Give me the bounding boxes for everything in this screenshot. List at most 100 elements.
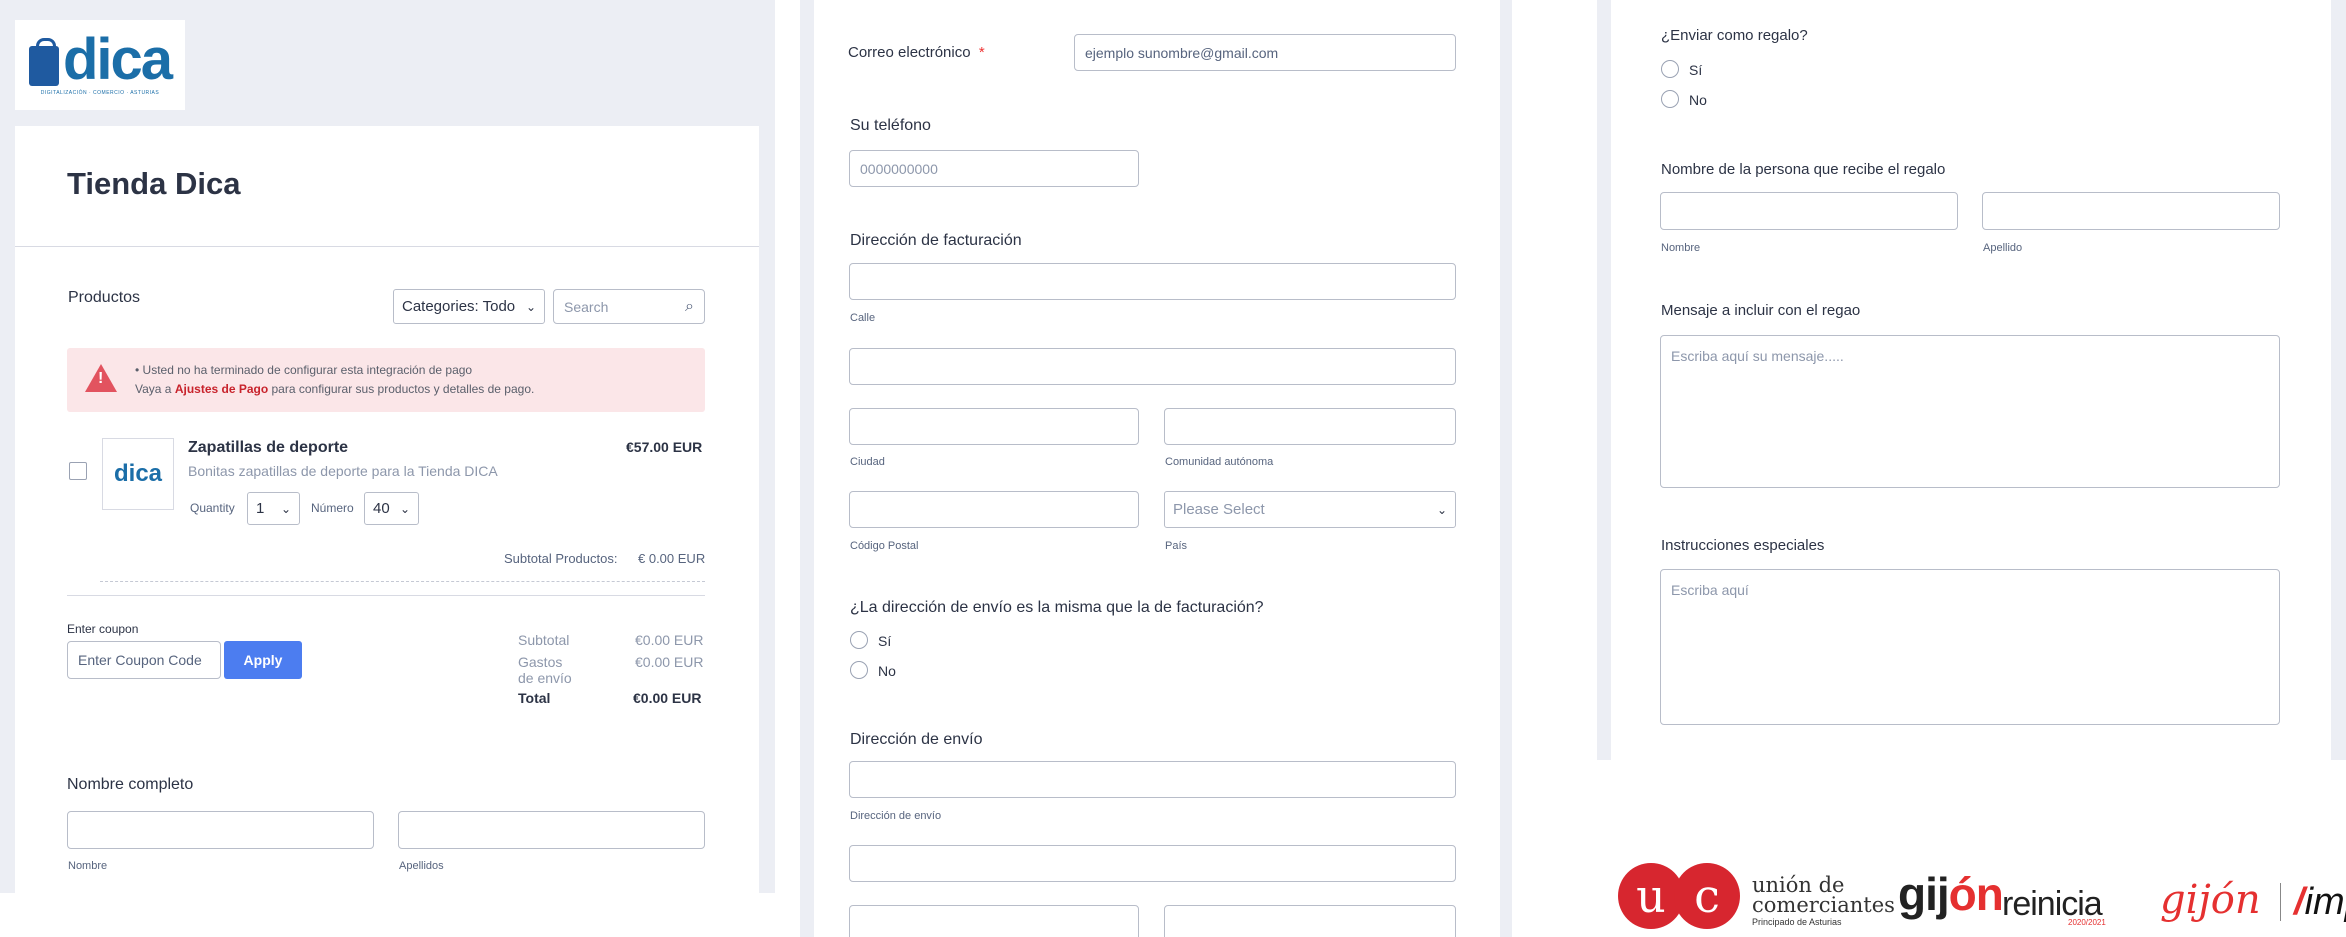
ciudad-sublabel: Ciudad	[850, 456, 885, 468]
sponsor-logos: u c unión de comerciantes Principado de …	[1610, 855, 2346, 937]
gift-option-no: No	[1689, 92, 1707, 108]
street-line2-field[interactable]	[849, 348, 1456, 385]
product-checkbox[interactable]	[69, 462, 87, 480]
subtotal-label: Subtotal	[518, 632, 570, 648]
street-field[interactable]	[849, 263, 1456, 300]
coupon-placeholder: Enter Coupon Code	[78, 652, 202, 668]
products-label: Productos	[68, 289, 141, 306]
numero-select[interactable]: 40 ⌄	[364, 492, 419, 525]
product-price: €57.00 EUR	[626, 439, 703, 455]
subtotal-productos-value: € 0.00 EUR	[638, 551, 706, 566]
product-thumbnail: dica	[102, 438, 174, 510]
gift-panel: ¿Enviar como regalo? Sí No Nombre de la …	[1597, 0, 2346, 760]
gastos-value: €0.00 EUR	[635, 654, 704, 670]
message-placeholder: Escriba aquí su mensaje.....	[1671, 348, 1844, 364]
shopping-bag-icon	[28, 38, 59, 86]
categories-select[interactable]: Categories: Todo ⌄	[393, 289, 545, 324]
categories-select-value: Categories: Todo	[402, 298, 516, 315]
postal-code-field[interactable]	[849, 491, 1139, 528]
nombre-sublabel: Nombre	[68, 860, 108, 872]
contact-panel: Correo electrónico * ejemplo sunombre@gm…	[800, 0, 1512, 937]
uc-logo-c: c	[1674, 863, 1740, 929]
logo-word: dica	[62, 27, 173, 92]
store-panel: dica DIGITALIZACIÓN · COMERCIO · ASTURIA…	[0, 0, 775, 893]
same-address-question: ¿La dirección de envío es la misma que l…	[850, 599, 1264, 616]
email-value: ejemplo sunombre@gmail.com	[1085, 44, 1279, 61]
pais-sublabel: País	[1165, 540, 1188, 552]
total-value: €0.00 EUR	[633, 690, 702, 706]
phone-label: Su teléfono	[850, 117, 931, 134]
message-label: Mensaje a incluir con el regao	[1661, 302, 1861, 319]
reinicia-years: 2020/2021	[2068, 918, 2106, 927]
same-address-no-radio[interactable]	[850, 661, 868, 679]
chevron-down-icon: ⌄	[525, 299, 536, 314]
recipient-last-name-field[interactable]	[1982, 192, 2280, 230]
apply-button[interactable]: Apply	[224, 641, 302, 679]
search-input[interactable]: Search ⌕	[553, 289, 705, 324]
email-label: Correo electrónico *	[848, 44, 985, 61]
warning-icon: !	[85, 364, 117, 392]
uc-line2: comerciantes	[1752, 893, 1895, 917]
nombre-completo-label: Nombre completo	[67, 776, 194, 793]
product-description: Bonitas zapatillas de deporte para la Ti…	[188, 463, 498, 479]
dica-logo: dica DIGITALIZACIÓN · COMERCIO · ASTURIA…	[15, 20, 185, 110]
quantity-label: Quantity	[190, 501, 235, 515]
total-label: Total	[518, 690, 551, 706]
recipient-first-name-field[interactable]	[1660, 192, 1958, 230]
message-textarea[interactable]: Escriba aquí su mensaje.....	[1660, 335, 2280, 488]
first-name-field[interactable]	[67, 811, 374, 849]
instructions-textarea[interactable]: Escriba aquí	[1660, 569, 2280, 725]
apellidos-sublabel: Apellidos	[399, 860, 444, 872]
shipping-street-field[interactable]	[849, 761, 1456, 798]
recipient-apellido-sublabel: Apellido	[1983, 242, 2023, 254]
payment-settings-link[interactable]: Ajustes de Pago	[175, 382, 268, 396]
gift-no-radio[interactable]	[1661, 90, 1679, 108]
search-icon[interactable]: ⌕	[685, 298, 694, 316]
country-select[interactable]: Please Select ⌄	[1164, 491, 1456, 528]
divider	[67, 595, 705, 596]
region-field[interactable]	[1164, 408, 1456, 445]
gijon-reinicia-o: ón	[1948, 868, 2004, 920]
alert-text-post: para configurar sus productos y detalles…	[268, 382, 535, 396]
email-label-text: Correo electrónico	[848, 44, 971, 61]
product-name: Zapatillas de deporte	[188, 439, 349, 456]
same-address-yes-radio[interactable]	[850, 631, 868, 649]
search-placeholder: Search	[564, 298, 609, 315]
uc-logo-text: unión de comerciantes	[1752, 873, 1895, 917]
gift-question: ¿Enviar como regalo?	[1661, 27, 1808, 44]
page-title: Tienda Dica	[67, 166, 241, 201]
required-mark: *	[978, 44, 985, 61]
shipping-region-field[interactable]	[1164, 905, 1456, 937]
last-name-field[interactable]	[398, 811, 705, 849]
chevron-down-icon: ⌄	[280, 501, 291, 516]
option-si-label: Sí	[878, 633, 892, 649]
gift-option-si: Sí	[1689, 62, 1703, 78]
divider	[100, 581, 705, 582]
email-field[interactable]: ejemplo sunombre@gmail.com	[1074, 34, 1456, 71]
recipient-nombre-sublabel: Nombre	[1661, 242, 1701, 254]
city-field[interactable]	[849, 408, 1139, 445]
quantity-select[interactable]: 1 ⌄	[247, 492, 300, 525]
gastos-label-line2: de envío	[518, 670, 572, 686]
divider	[15, 246, 759, 247]
impulsa-text: impu	[2304, 881, 2346, 923]
numero-value: 40	[373, 500, 390, 517]
logo-tagline: DIGITALIZACIÓN · COMERCIO · ASTURIAS	[40, 90, 160, 96]
shipping-city-field[interactable]	[849, 905, 1139, 937]
alert-text-pre: Vaya a	[135, 382, 175, 396]
coupon-input[interactable]: Enter Coupon Code	[67, 641, 221, 679]
quantity-value: 1	[256, 500, 265, 517]
divider	[2280, 883, 2281, 921]
chevron-down-icon: ⌄	[399, 501, 410, 516]
numero-label: Número	[311, 501, 354, 515]
option-no-label: No	[878, 663, 896, 679]
payment-alert: ! • Usted no ha terminado de configurar …	[67, 348, 705, 412]
impulsa-logo: /impu	[2294, 881, 2346, 924]
phone-field[interactable]: 0000000000	[849, 150, 1139, 187]
phone-placeholder: 0000000000	[860, 160, 938, 177]
shipping-line2-field[interactable]	[849, 845, 1456, 882]
uc-line1: unión de	[1752, 873, 1845, 897]
shipping-sublabel: Dirección de envío	[850, 810, 942, 822]
coupon-label: Enter coupon	[67, 622, 139, 636]
gift-yes-radio[interactable]	[1661, 60, 1679, 78]
